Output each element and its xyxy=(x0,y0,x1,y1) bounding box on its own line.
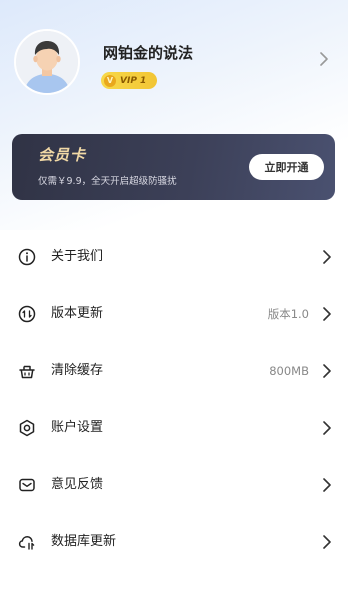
username: 网铂金的说法 xyxy=(103,44,194,62)
chevron-right-icon xyxy=(323,421,331,435)
menu-item-feedback[interactable]: 意见反馈 xyxy=(0,457,348,514)
vip-coin-icon: V xyxy=(104,74,116,87)
menu-item-label: 版本更新 xyxy=(51,306,104,321)
menu-item-database-update[interactable]: 数据库更新 xyxy=(0,514,348,571)
menu-item-label: 清除缓存 xyxy=(51,363,104,378)
chevron-right-icon xyxy=(323,307,331,321)
chevron-right-icon xyxy=(323,535,331,549)
cloud-sync-icon xyxy=(18,536,35,550)
menu-item-label: 账户设置 xyxy=(51,420,104,435)
info-icon xyxy=(18,248,36,266)
menu-item-version-update[interactable]: 版本更新 版本1.0 xyxy=(0,286,348,343)
basket-icon xyxy=(19,365,35,379)
menu-item-account-settings[interactable]: 账户设置 xyxy=(0,400,348,457)
avatar[interactable] xyxy=(14,29,80,95)
menu-item-label: 数据库更新 xyxy=(51,534,117,549)
menu-item-label: 关于我们 xyxy=(51,249,104,264)
mail-icon xyxy=(19,478,35,492)
vip-level-label: VIP 1 xyxy=(120,75,147,86)
chevron-right-icon[interactable] xyxy=(318,52,330,66)
member-card-subtitle: 仅需￥9.9，全天开启超级防骚扰 xyxy=(38,176,177,187)
vip-badge: V VIP 1 xyxy=(101,72,157,89)
chevron-right-icon xyxy=(323,250,331,264)
member-card[interactable]: 会员卡 仅需￥9.9，全天开启超级防骚扰 立即开通 xyxy=(12,134,335,200)
menu-item-value: 版本1.0 xyxy=(267,307,309,321)
gear-icon xyxy=(19,419,35,437)
update-icon xyxy=(18,305,36,323)
chevron-right-icon xyxy=(323,364,331,378)
menu-item-label: 意见反馈 xyxy=(51,477,104,492)
menu-item-about[interactable]: 关于我们 xyxy=(0,229,348,286)
settings-menu: 关于我们 版本更新 版本1.0 清除缓存 800MB 账户设置 意见反馈 数据库… xyxy=(0,229,348,571)
menu-item-clear-cache[interactable]: 清除缓存 800MB xyxy=(0,343,348,400)
chevron-right-icon xyxy=(323,478,331,492)
menu-item-value: 800MB xyxy=(269,364,309,378)
activate-button[interactable]: 立即开通 xyxy=(249,154,324,180)
profile-section[interactable]: 网铂金的说法 V VIP 1 xyxy=(0,25,348,105)
member-card-title: 会员卡 xyxy=(38,146,87,164)
user-avatar-icon xyxy=(16,31,78,93)
